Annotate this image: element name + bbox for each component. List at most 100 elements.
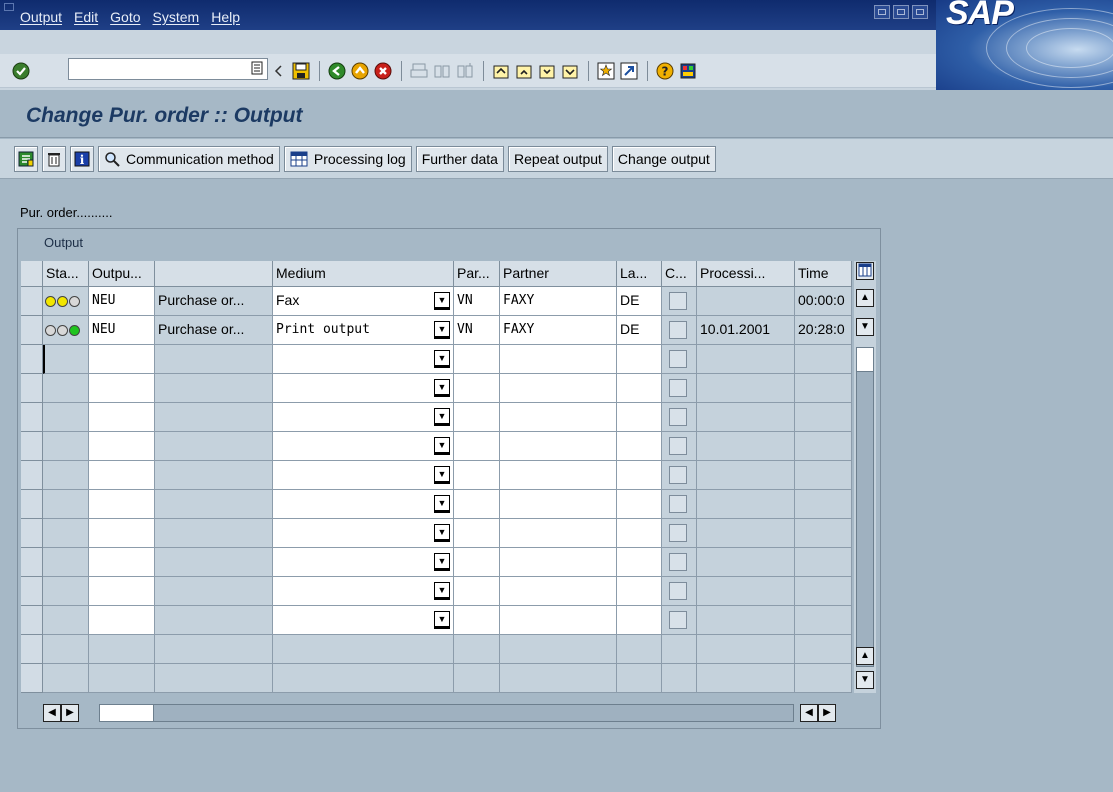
scroll-up-icon[interactable]: ▲ bbox=[856, 289, 874, 307]
table-cell-empty[interactable] bbox=[500, 606, 617, 635]
table-cell-language[interactable]: DE bbox=[617, 316, 662, 345]
table-cell-empty[interactable] bbox=[454, 403, 500, 432]
row-selector[interactable] bbox=[21, 664, 43, 693]
table-cell-empty[interactable] bbox=[89, 490, 155, 519]
table-cell-language[interactable]: DE bbox=[617, 287, 662, 316]
medium-dropdown-icon[interactable]: ▼ bbox=[434, 524, 450, 542]
table-cell-empty[interactable] bbox=[89, 345, 155, 374]
help-icon[interactable]: ? bbox=[654, 60, 676, 82]
new-entries-button[interactable] bbox=[14, 146, 38, 172]
row-selector[interactable] bbox=[21, 577, 43, 606]
row-selector[interactable] bbox=[21, 635, 43, 664]
page-left-icon[interactable]: ◀ bbox=[800, 704, 818, 722]
menu-edit[interactable]: Edit bbox=[74, 9, 98, 25]
column-header-description[interactable] bbox=[155, 261, 273, 287]
communication-checkbox[interactable] bbox=[669, 350, 687, 368]
communication-checkbox[interactable] bbox=[669, 292, 687, 310]
table-cell-empty[interactable] bbox=[617, 490, 662, 519]
column-header-comm-flag[interactable]: C... bbox=[662, 261, 697, 287]
processing-log-button[interactable]: Processing log bbox=[283, 146, 412, 172]
table-cell-empty[interactable] bbox=[617, 461, 662, 490]
horizontal-scrollbar[interactable]: ◀ ▶ ◀ ▶ bbox=[21, 703, 876, 723]
row-selector[interactable] bbox=[21, 287, 43, 316]
medium-dropdown-icon[interactable]: ▼ bbox=[434, 553, 450, 571]
table-cell-empty[interactable] bbox=[454, 490, 500, 519]
row-selector[interactable] bbox=[21, 316, 43, 345]
scroll-down-icon[interactable]: ▼ bbox=[856, 318, 874, 336]
page-right-icon[interactable]: ▶ bbox=[818, 704, 836, 722]
create-session-icon[interactable] bbox=[595, 60, 617, 82]
table-cell-medium[interactable]: Print output bbox=[273, 316, 454, 345]
previous-page-icon[interactable] bbox=[513, 60, 535, 82]
command-field[interactable] bbox=[68, 58, 268, 80]
table-cell-empty[interactable] bbox=[454, 519, 500, 548]
table-cell-empty[interactable] bbox=[500, 519, 617, 548]
minimize-icon[interactable] bbox=[874, 5, 890, 19]
table-cell-partner[interactable]: FAXY bbox=[500, 316, 617, 345]
shortcut-icon[interactable] bbox=[618, 60, 640, 82]
close-window-icon[interactable] bbox=[912, 5, 928, 19]
table-cell-empty[interactable] bbox=[454, 345, 500, 374]
table-cell-partner[interactable]: FAXY bbox=[500, 287, 617, 316]
table-cell-empty[interactable] bbox=[273, 606, 454, 635]
menu-output[interactable]: Output bbox=[20, 9, 62, 25]
column-settings-icon[interactable] bbox=[856, 262, 874, 280]
medium-dropdown-icon[interactable]: ▼ bbox=[434, 321, 450, 339]
row-selector[interactable] bbox=[21, 519, 43, 548]
vertical-scroll-thumb[interactable] bbox=[857, 348, 873, 372]
enter-check-icon[interactable] bbox=[10, 60, 32, 82]
table-cell-empty[interactable] bbox=[500, 548, 617, 577]
maximize-icon[interactable] bbox=[893, 5, 909, 19]
save-icon[interactable] bbox=[290, 60, 312, 82]
horizontal-scroll-thumb[interactable] bbox=[100, 705, 154, 721]
table-cell-empty[interactable] bbox=[617, 577, 662, 606]
column-header-language[interactable]: La... bbox=[617, 261, 662, 287]
medium-dropdown-icon[interactable]: ▼ bbox=[434, 292, 450, 310]
column-header-time[interactable]: Time bbox=[795, 261, 852, 287]
scroll-left-icon[interactable]: ◀ bbox=[43, 704, 61, 722]
table-cell-empty[interactable] bbox=[273, 577, 454, 606]
repeat-output-button[interactable]: Repeat output bbox=[507, 146, 608, 172]
row-selector[interactable] bbox=[21, 403, 43, 432]
table-cell-empty[interactable] bbox=[617, 345, 662, 374]
table-cell-empty[interactable] bbox=[500, 577, 617, 606]
communication-checkbox[interactable] bbox=[669, 582, 687, 600]
table-cell-empty[interactable] bbox=[273, 403, 454, 432]
communication-checkbox[interactable] bbox=[669, 379, 687, 397]
cancel-icon[interactable] bbox=[372, 60, 394, 82]
table-cell-empty[interactable] bbox=[89, 606, 155, 635]
table-cell-empty[interactable] bbox=[454, 606, 500, 635]
medium-dropdown-icon[interactable]: ▼ bbox=[434, 495, 450, 513]
back-icon[interactable] bbox=[326, 60, 348, 82]
row-selector[interactable] bbox=[21, 461, 43, 490]
table-cell-output[interactable]: NEU bbox=[89, 316, 155, 345]
column-header-partner-function[interactable]: Par... bbox=[454, 261, 500, 287]
column-header-output[interactable]: Outpu... bbox=[89, 261, 155, 287]
table-cell-empty[interactable] bbox=[454, 548, 500, 577]
communication-checkbox[interactable] bbox=[669, 408, 687, 426]
table-cell-empty[interactable] bbox=[454, 461, 500, 490]
menu-help[interactable]: Help bbox=[211, 9, 240, 25]
table-cell-empty[interactable] bbox=[89, 548, 155, 577]
table-cell-empty[interactable] bbox=[89, 374, 155, 403]
table-cell-empty[interactable] bbox=[500, 403, 617, 432]
scroll-right-icon[interactable]: ▶ bbox=[61, 704, 79, 722]
table-cell-medium[interactable]: Fax bbox=[273, 287, 454, 316]
column-header-status[interactable]: Sta... bbox=[43, 261, 89, 287]
vertical-scroll-track[interactable] bbox=[856, 347, 874, 667]
medium-dropdown-icon[interactable]: ▼ bbox=[434, 611, 450, 629]
row-selector[interactable] bbox=[21, 606, 43, 635]
exit-icon[interactable] bbox=[349, 60, 371, 82]
table-cell-empty[interactable] bbox=[617, 606, 662, 635]
table-cell-empty[interactable] bbox=[89, 403, 155, 432]
table-cell-empty[interactable] bbox=[273, 519, 454, 548]
table-cell-empty[interactable] bbox=[273, 461, 454, 490]
change-output-button[interactable]: Change output bbox=[611, 146, 716, 172]
info-button[interactable]: i bbox=[70, 146, 94, 172]
table-cell-empty[interactable] bbox=[617, 403, 662, 432]
horizontal-scroll-track[interactable] bbox=[99, 704, 794, 722]
back-small-icon[interactable] bbox=[267, 60, 289, 82]
table-cell-empty[interactable] bbox=[454, 432, 500, 461]
table-cell-partner-function[interactable]: VN bbox=[454, 316, 500, 345]
column-header-medium[interactable]: Medium bbox=[273, 261, 454, 287]
